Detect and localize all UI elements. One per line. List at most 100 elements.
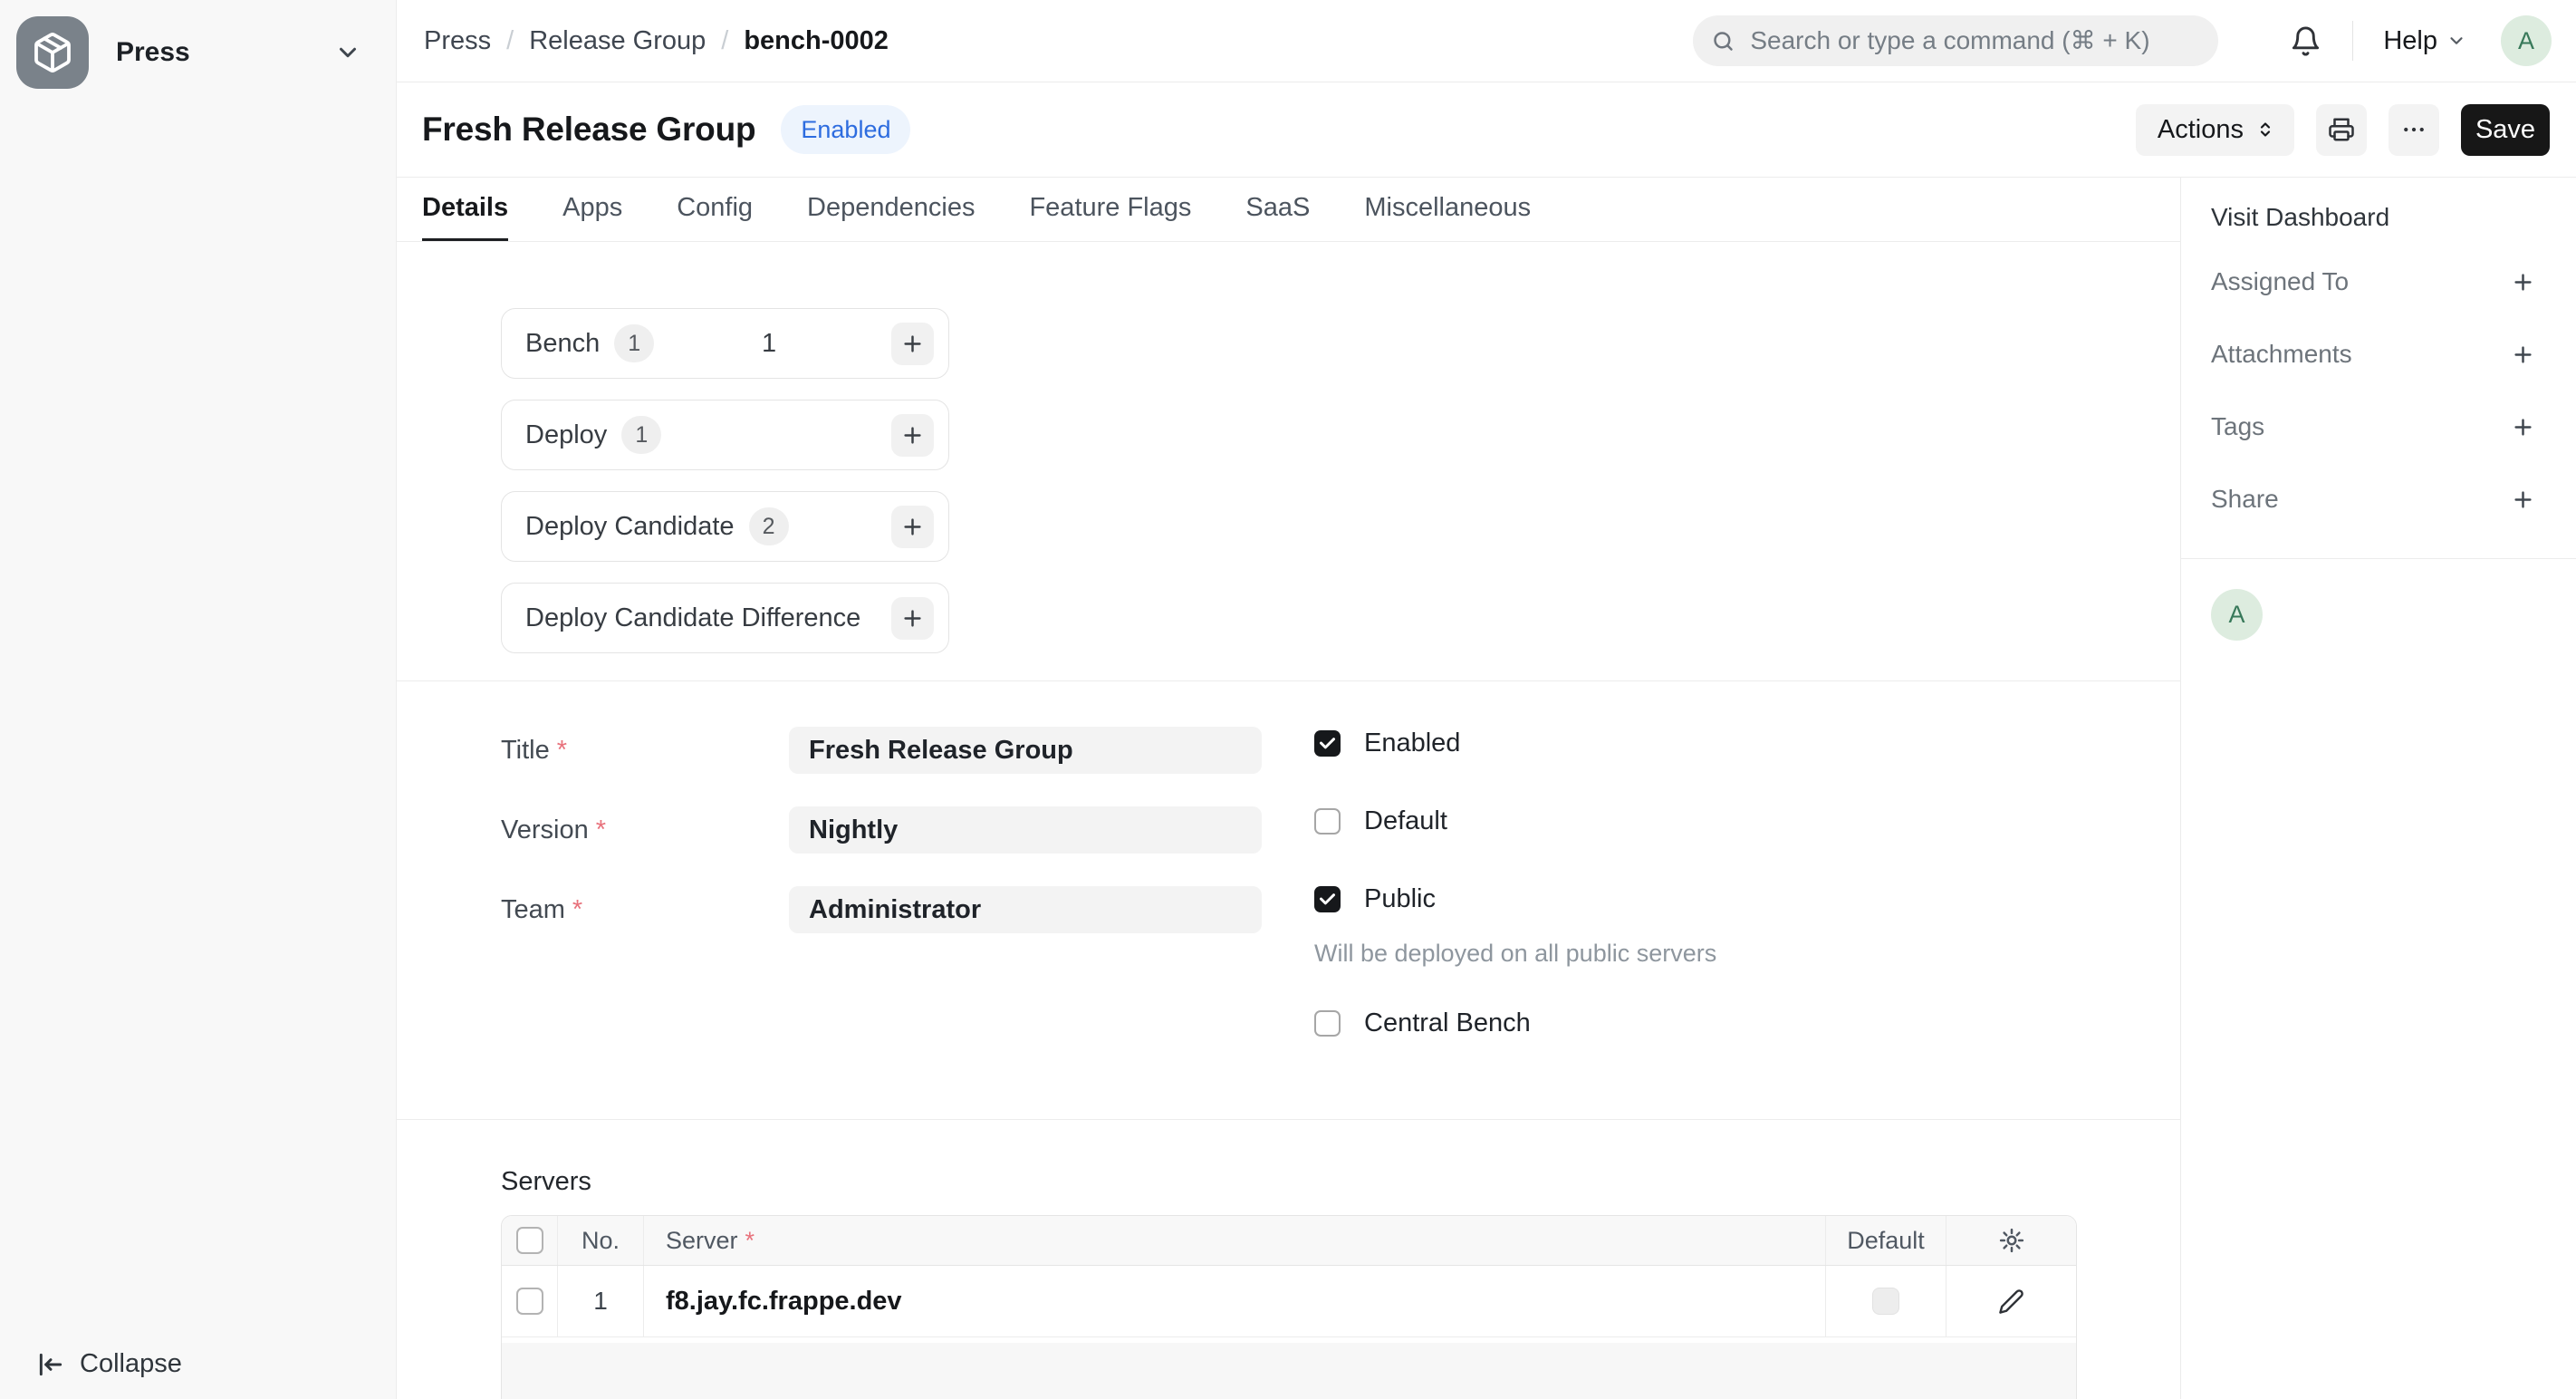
notifications-button[interactable] [2287, 23, 2323, 59]
content-row: Details Apps Config Dependencies Feature… [397, 178, 2576, 1399]
topbar-divider [2352, 21, 2353, 61]
visit-dashboard-link[interactable]: Visit Dashboard [2211, 203, 2536, 232]
server-row[interactable]: 1 f8.jay.fc.frappe.dev [502, 1266, 2076, 1337]
required-marker: * [572, 895, 582, 924]
chevron-down-icon [334, 39, 361, 66]
main-area: Press / Release Group / bench-0002 [397, 0, 2576, 1399]
connections-section: Bench 1 1 Deploy 1 [397, 242, 2180, 653]
checkbox-public[interactable]: Public [1314, 884, 1716, 914]
plus-icon [900, 606, 925, 631]
left-sidebar: Press Collapse [0, 0, 397, 1399]
default-checkbox-disabled [1872, 1288, 1899, 1315]
print-button[interactable] [2316, 104, 2367, 156]
add-deploy-button[interactable] [891, 414, 934, 457]
row-checkbox[interactable] [516, 1288, 543, 1315]
connection-count-badge: 2 [749, 507, 789, 545]
header-server-cell: Server* [644, 1216, 1826, 1265]
breadcrumb-current: bench-0002 [744, 26, 889, 56]
page-title: Fresh Release Group [422, 111, 755, 149]
field-label: Title* [501, 736, 789, 766]
user-avatar[interactable]: A [2501, 15, 2552, 66]
checkbox-unchecked[interactable] [1314, 1010, 1341, 1037]
servers-section-title: Servers [501, 1167, 2180, 1197]
breadcrumb: Press / Release Group / bench-0002 [424, 26, 889, 56]
chevron-down-icon [2446, 31, 2466, 51]
select-all-checkbox[interactable] [516, 1227, 543, 1254]
save-button[interactable]: Save [2461, 104, 2550, 156]
header-no-cell: No. [558, 1216, 644, 1265]
actions-dropdown-button[interactable]: Actions [2136, 104, 2294, 156]
grid-add-row-area[interactable] [502, 1343, 2076, 1399]
row-checkbox-cell [502, 1266, 558, 1336]
checkbox-unchecked[interactable] [1314, 808, 1341, 835]
panel-row-attachments: Attachments [2211, 341, 2536, 368]
add-bench-button[interactable] [891, 323, 934, 365]
servers-grid: No. Server* Default [501, 1215, 2077, 1399]
add-tag-button[interactable] [2509, 413, 2536, 440]
breadcrumb-separator: / [506, 26, 514, 56]
connection-label: Bench [525, 329, 600, 359]
tab-saas[interactable]: SaaS [1245, 178, 1310, 241]
checkbox-checked[interactable] [1314, 886, 1341, 912]
checkbox-default[interactable]: Default [1314, 806, 1716, 836]
connection-card-bench[interactable]: Bench 1 1 [501, 308, 949, 379]
connection-label: Deploy Candidate Difference [525, 603, 860, 633]
tab-feature-flags[interactable]: Feature Flags [1029, 178, 1191, 241]
press-logo [16, 16, 89, 89]
tab-dependencies[interactable]: Dependencies [807, 178, 975, 241]
title-input[interactable] [789, 727, 1262, 774]
tab-config[interactable]: Config [677, 178, 753, 241]
chevron-up-down-icon [2254, 119, 2276, 140]
required-marker: * [745, 1227, 755, 1255]
panel-label: Share [2211, 485, 2279, 514]
topbar-right: Help A [1693, 15, 2552, 66]
plus-icon [2511, 270, 2535, 294]
field-team: Team* [501, 886, 1262, 933]
column-header-no: No. [582, 1227, 620, 1255]
connection-card-deploy[interactable]: Deploy 1 [501, 400, 949, 470]
add-attachment-button[interactable] [2509, 341, 2536, 368]
row-no-cell: 1 [558, 1266, 644, 1336]
public-help-text: Will be deployed on all public servers [1314, 940, 1716, 968]
checkbox-enabled[interactable]: Enabled [1314, 728, 1716, 758]
add-share-button[interactable] [2509, 486, 2536, 513]
plus-icon [900, 515, 925, 539]
field-version: Version* [501, 806, 1262, 854]
press-app: Press Collapse Press / Release Group / b… [0, 0, 2576, 1399]
edit-row-button[interactable] [1992, 1281, 2032, 1321]
search-icon [1711, 29, 1735, 53]
tab-bar: Details Apps Config Dependencies Feature… [397, 178, 2180, 242]
connection-card-deploy-candidate[interactable]: Deploy Candidate 2 [501, 491, 949, 562]
panel-label: Tags [2211, 412, 2264, 441]
row-server-cell[interactable]: f8.jay.fc.frappe.dev [644, 1266, 1826, 1336]
pencil-icon [1998, 1288, 2024, 1315]
team-input[interactable] [789, 886, 1262, 933]
checkbox-checked[interactable] [1314, 730, 1341, 757]
add-assignment-button[interactable] [2509, 268, 2536, 295]
field-title: Title* [501, 727, 1262, 774]
version-input[interactable] [789, 806, 1262, 854]
required-marker: * [596, 815, 606, 844]
breadcrumb-press[interactable]: Press [424, 26, 491, 56]
collapse-sidebar-button[interactable]: Collapse [36, 1349, 182, 1379]
tab-miscellaneous[interactable]: Miscellaneous [1364, 178, 1531, 241]
viewer-avatar[interactable]: A [2211, 589, 2263, 641]
checkbox-central-bench[interactable]: Central Bench [1314, 1008, 1716, 1038]
panel-row-assigned-to: Assigned To [2211, 268, 2536, 295]
add-deploy-candidate-button[interactable] [891, 506, 934, 548]
search-input[interactable] [1750, 26, 2200, 55]
form-checkboxes-column: Enabled Default Public [1314, 727, 1716, 1086]
connection-card-deploy-candidate-difference[interactable]: Deploy Candidate Difference [501, 583, 949, 653]
workspace-switcher[interactable]: Press [0, 0, 396, 105]
plus-icon [2511, 343, 2535, 367]
help-menu[interactable]: Help [2383, 26, 2466, 56]
panel-row-share: Share [2211, 486, 2536, 513]
more-options-button[interactable] [2389, 104, 2439, 156]
command-search[interactable] [1693, 15, 2218, 66]
tab-details[interactable]: Details [422, 178, 508, 241]
tab-apps[interactable]: Apps [562, 178, 622, 241]
package-cube-icon [31, 31, 74, 74]
add-deploy-candidate-difference-button[interactable] [891, 597, 934, 640]
gear-icon[interactable] [1998, 1227, 2025, 1254]
breadcrumb-release-group[interactable]: Release Group [529, 26, 706, 56]
